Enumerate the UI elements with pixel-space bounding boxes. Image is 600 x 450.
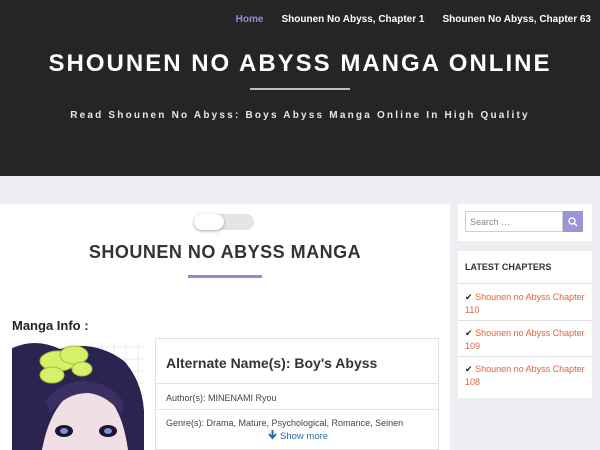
- page-title-divider: [188, 275, 262, 278]
- arrow-down-icon: [268, 430, 277, 443]
- list-item: ✔ Shounen no Abyss Chapter 108: [465, 363, 587, 389]
- chapter-link-110[interactable]: Shounen no Abyss Chapter 110: [465, 292, 585, 315]
- checkmark-icon: ✔: [465, 328, 473, 338]
- list-divider: [458, 356, 592, 357]
- site-title[interactable]: SHOUNEN NO ABYSS MANGA ONLINE: [0, 50, 600, 78]
- nav-item-home[interactable]: Home: [236, 14, 264, 25]
- list-item: ✔ Shounen no Abyss Chapter 109: [465, 327, 587, 353]
- latest-chapters-title: LATEST CHAPTERS: [465, 262, 552, 272]
- author-row: Author(s): MINENAMI Ryou: [156, 383, 438, 409]
- list-divider: [458, 320, 592, 321]
- show-more-label: Show more: [280, 431, 329, 442]
- main-nav: Home Shounen No Abyss, Chapter 1 Shounen…: [236, 14, 591, 25]
- widget-divider: [458, 283, 592, 284]
- page-title: SHOUNEN NO ABYSS MANGA: [88, 242, 362, 262]
- latest-chapters-widget: LATEST CHAPTERS ✔ Shounen no Abyss Chapt…: [458, 251, 592, 398]
- checkmark-icon: ✔: [465, 292, 473, 302]
- search-widget: [458, 204, 592, 241]
- search-input[interactable]: [465, 211, 563, 232]
- checkmark-icon: ✔: [465, 364, 473, 374]
- title-divider: [250, 88, 350, 90]
- manga-info-label: Manga Info :: [12, 318, 89, 333]
- main-content: SHOUNEN NO ABYSS MANGA Manga Info : Alte…: [0, 204, 450, 450]
- site-tagline: Read Shounen No Abyss: Boys Abyss Manga …: [70, 110, 530, 121]
- list-item: ✔ Shounen no Abyss Chapter 110: [465, 291, 587, 317]
- nav-item-chapter-63[interactable]: Shounen No Abyss, Chapter 63: [442, 14, 591, 25]
- site-header: Home Shounen No Abyss, Chapter 1 Shounen…: [0, 0, 600, 176]
- chapter-link-109[interactable]: Shounen no Abyss Chapter 109: [465, 328, 585, 351]
- theme-toggle[interactable]: [194, 214, 254, 230]
- toggle-knob[interactable]: [194, 214, 224, 230]
- show-more-button[interactable]: Show more: [268, 430, 328, 443]
- alternate-name: Alternate Name(s): Boy's Abyss: [166, 355, 378, 371]
- search-icon: [568, 212, 578, 231]
- search-button[interactable]: [563, 211, 583, 232]
- chapter-link-108[interactable]: Shounen no Abyss Chapter 108: [465, 364, 585, 387]
- manga-cover-image: [12, 341, 144, 450]
- nav-item-chapter-1[interactable]: Shounen No Abyss, Chapter 1: [281, 14, 424, 25]
